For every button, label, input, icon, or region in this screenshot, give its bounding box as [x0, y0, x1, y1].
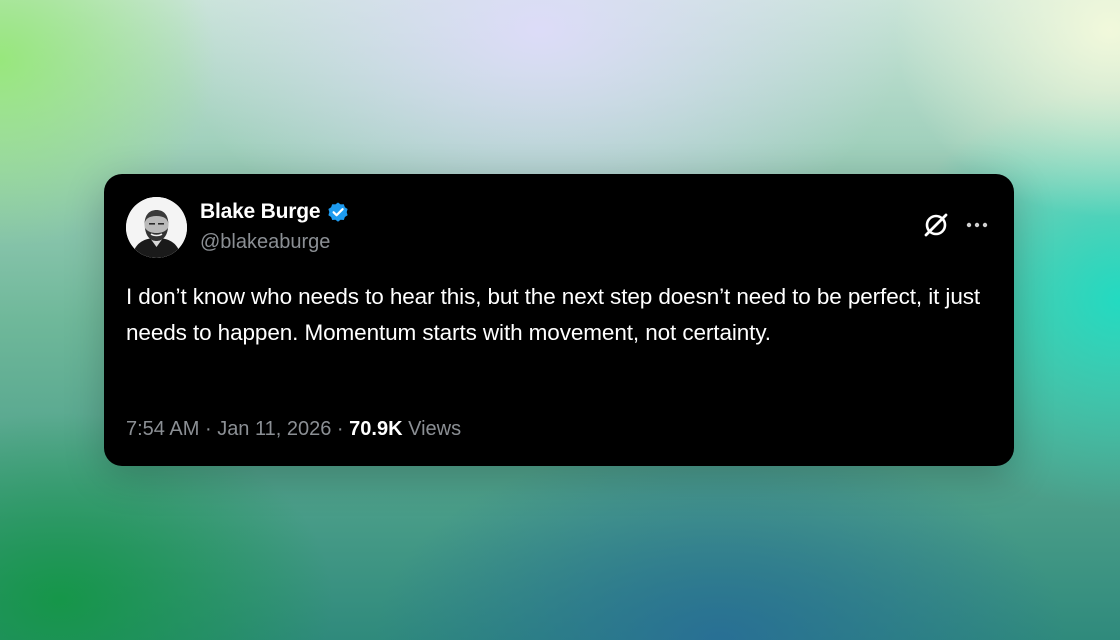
author-name-row: Blake Burge [200, 199, 350, 225]
tweet-card: Blake Burge @blakeaburge I don’t know wh… [104, 174, 1014, 466]
tweet-text: I don’t know who needs to hear this, but… [126, 284, 981, 345]
meta-separator: · [204, 418, 212, 440]
more-options-icon[interactable] [962, 210, 992, 240]
meta-separator: · [336, 418, 344, 440]
tweet-time[interactable]: 7:54 AM [126, 418, 199, 440]
views-label: Views [408, 418, 462, 440]
author-display-name[interactable]: Blake Burge [200, 200, 321, 224]
author-handle[interactable]: @blakeaburge [200, 231, 330, 254]
x-logo-icon[interactable] [921, 210, 951, 240]
tweet-date[interactable]: Jan 11, 2026 [217, 418, 331, 440]
avatar[interactable] [126, 197, 187, 258]
tweet-metadata: 7:54 AM · Jan 11, 2026 · 70.9K Views [126, 418, 461, 441]
views-count[interactable]: 70.9K [349, 418, 402, 440]
verified-badge-icon [326, 200, 350, 224]
avatar-photo [126, 197, 187, 258]
